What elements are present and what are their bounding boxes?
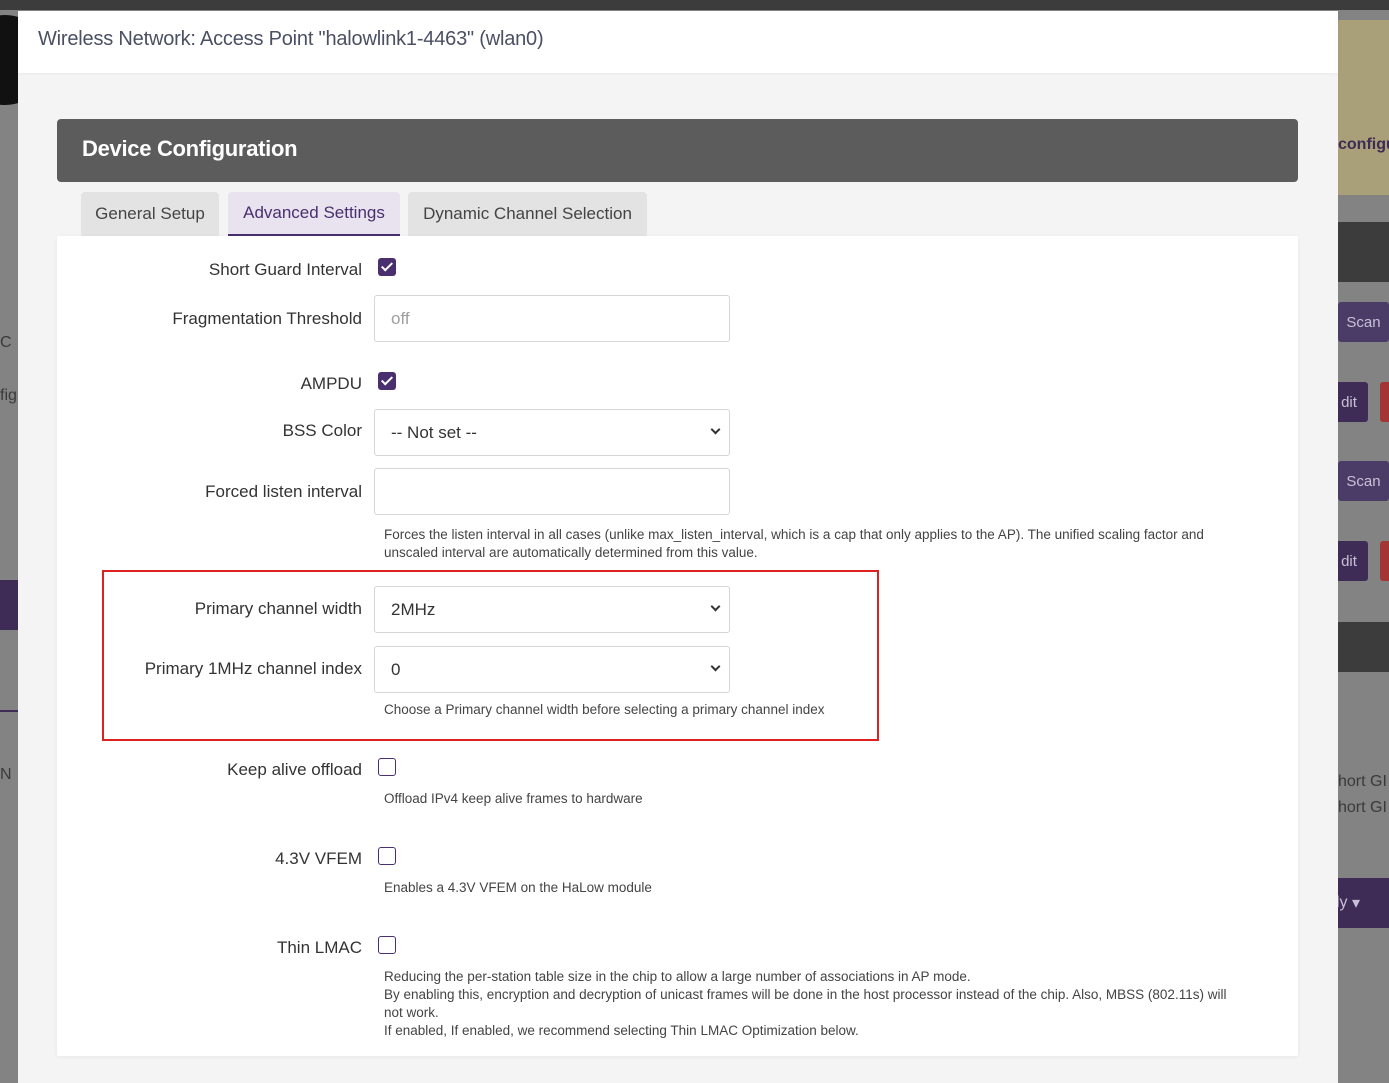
bss-color-select[interactable]: -- Not set -- [374, 409, 730, 456]
short-guard-interval-checkbox[interactable] [378, 258, 396, 276]
section-title: Device Configuration [82, 136, 298, 161]
vfem-help: Enables a 4.3V VFEM on the HaLow module [384, 880, 652, 895]
thin-lmac-checkbox[interactable] [378, 936, 396, 954]
forced-listen-interval-label: Forced listen interval [205, 482, 362, 501]
vfem-label: 4.3V VFEM [275, 849, 362, 868]
help-line: not work. [384, 1005, 439, 1020]
help-line: unscaled interval are automatically dete… [384, 545, 758, 560]
keep-alive-offload-label: Keep alive offload [227, 760, 362, 779]
background-scan-button: Scan [1338, 302, 1389, 342]
wireless-network-modal: Wireless Network: Access Point "halowlin… [18, 11, 1338, 1083]
help-line: Reducing the per-station table size in t… [384, 969, 971, 984]
fragmentation-threshold-input[interactable]: off [374, 295, 730, 342]
primary-channel-index-help: Choose a Primary channel width before se… [384, 702, 825, 717]
background-dark-bar [1338, 622, 1389, 672]
primary-1mhz-channel-index-select[interactable]: 0 [374, 646, 730, 693]
tab-advanced-settings[interactable]: Advanced Settings [228, 192, 400, 236]
bss-color-selected: -- Not set -- [391, 422, 477, 442]
keep-alive-offload-help: Offload IPv4 keep alive frames to hardwa… [384, 791, 643, 806]
primary-1mhz-channel-index-label: Primary 1MHz channel index [144, 659, 362, 678]
help-line: If enabled, If enabled, we recommend sel… [384, 1023, 859, 1038]
primary-channel-width-selected: 2MHz [391, 599, 436, 619]
tab-dynamic-channel-selection[interactable]: Dynamic Channel Selection [408, 192, 647, 236]
chevron-down-icon [710, 661, 721, 672]
tab-general-setup[interactable]: General Setup [81, 192, 219, 236]
background-remove-button [1380, 541, 1389, 581]
background-remove-button [1380, 382, 1389, 422]
background-divider [0, 710, 18, 712]
keep-alive-offload-checkbox[interactable] [378, 758, 396, 776]
primary-channel-width-label: Primary channel width [194, 599, 362, 618]
background-side-text: N [0, 766, 12, 783]
background-side-text: C [0, 334, 12, 351]
forced-listen-interval-input[interactable] [374, 468, 730, 515]
chevron-down-icon [710, 601, 721, 612]
background-side-text: hort GI [1338, 799, 1387, 816]
fragmentation-threshold-label: Fragmentation Threshold [172, 309, 362, 328]
background-scan-button: Scan [1338, 461, 1389, 501]
background-dark-bar [1338, 222, 1389, 282]
thin-lmac-help: Reducing the per-station table size in t… [384, 968, 1264, 1040]
primary-1mhz-channel-index-selected: 0 [391, 659, 401, 679]
forced-listen-interval-help: Forces the listen interval in all cases … [384, 526, 1264, 562]
help-line: Forces the listen interval in all cases … [384, 527, 1204, 542]
background-notice [1338, 20, 1389, 195]
background-notice-text: configu [1338, 136, 1389, 153]
bss-color-label: BSS Color [282, 421, 362, 440]
thin-lmac-label: Thin LMAC [276, 938, 362, 957]
vfem-checkbox[interactable] [378, 847, 396, 865]
help-line: By enabling this, encryption and decrypt… [384, 987, 1227, 1002]
background-topbar [0, 0, 1389, 10]
chevron-down-icon [710, 424, 721, 435]
background-side-text: fig [0, 387, 17, 404]
short-guard-interval-label: Short Guard Interval [208, 260, 362, 279]
primary-channel-width-select[interactable]: 2MHz [374, 586, 730, 633]
background-side-text: hort GI [1338, 773, 1387, 790]
ampdu-checkbox[interactable] [378, 372, 396, 390]
modal-title: Wireless Network: Access Point "halowlin… [38, 28, 544, 50]
background-nav-bar [0, 580, 18, 630]
section-header: Device Configuration [57, 119, 1298, 182]
ampdu-label: AMPDU [300, 374, 362, 393]
modal-header: Wireless Network: Access Point "halowlin… [18, 11, 1338, 73]
background-apply-button: ly ▾ [1330, 878, 1389, 928]
